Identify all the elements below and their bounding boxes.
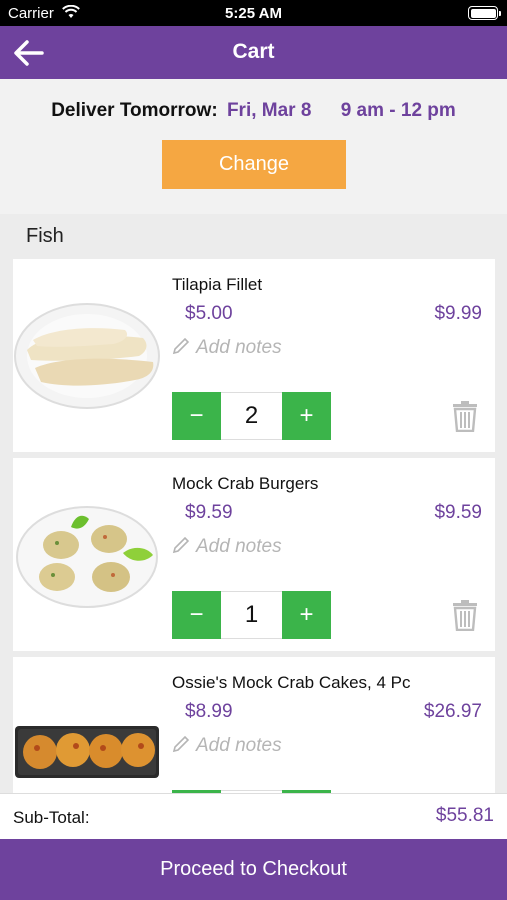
delivery-panel: Deliver Tomorrow: Fri, Mar 8 9 am - 12 p… bbox=[0, 79, 507, 214]
change-delivery-button[interactable]: Change bbox=[162, 140, 346, 189]
item-total-price: $9.99 bbox=[434, 303, 482, 324]
add-notes-placeholder: Add notes bbox=[196, 337, 282, 358]
decrease-quantity-button[interactable]: − bbox=[172, 591, 221, 639]
quantity-stepper: − 1 + bbox=[172, 591, 331, 639]
decrease-quantity-button[interactable]: − bbox=[172, 392, 221, 440]
crab-burgers-photo bbox=[16, 506, 158, 608]
cart-item: Tilapia Fillet $5.00 $9.99 Add notes − 2… bbox=[13, 259, 495, 452]
add-notes-placeholder: Add notes bbox=[196, 735, 282, 756]
battery-icon bbox=[468, 6, 501, 20]
subtotal-value: $55.81 bbox=[435, 805, 494, 826]
add-notes-field[interactable]: Add notes bbox=[172, 536, 282, 558]
page-title: Cart bbox=[232, 40, 275, 63]
delivery-time-slot: 9 am - 12 pm bbox=[340, 100, 456, 121]
quantity-value: 1 bbox=[221, 591, 282, 639]
category-header: Fish bbox=[0, 214, 507, 256]
subtotal-label: Sub-Total: bbox=[13, 808, 90, 827]
proceed-to-checkout-button[interactable]: Proceed to Checkout bbox=[0, 839, 507, 900]
delivery-label: Deliver Tomorrow: bbox=[51, 100, 218, 121]
status-time: 5:25 AM bbox=[225, 5, 282, 22]
item-unit-price: $9.59 bbox=[185, 502, 233, 523]
item-name: Ossie's Mock Crab Cakes, 4 Pc bbox=[172, 673, 411, 692]
nav-bar: Cart bbox=[0, 26, 507, 79]
item-name: Mock Crab Burgers bbox=[172, 474, 319, 493]
item-total-price: $26.97 bbox=[423, 701, 482, 722]
add-notes-field[interactable]: Add notes bbox=[172, 735, 282, 757]
increase-quantity-button[interactable]: + bbox=[282, 392, 331, 440]
increase-quantity-button[interactable]: + bbox=[282, 591, 331, 639]
pencil-icon bbox=[172, 536, 190, 554]
category-title: Fish bbox=[26, 225, 64, 247]
add-notes-placeholder: Add notes bbox=[196, 536, 282, 557]
item-unit-price: $5.00 bbox=[185, 303, 233, 324]
trash-icon[interactable] bbox=[452, 400, 478, 432]
item-name: Tilapia Fillet bbox=[172, 275, 263, 294]
subtotal-bar: Sub-Total: $55.81 bbox=[0, 793, 507, 839]
cart-item: Mock Crab Burgers $9.59 $9.59 Add notes … bbox=[13, 458, 495, 651]
item-unit-price: $8.99 bbox=[185, 701, 233, 722]
quantity-stepper: − 2 + bbox=[172, 392, 331, 440]
status-bar: Carrier 5:25 AM bbox=[0, 0, 507, 26]
add-notes-field[interactable]: Add notes bbox=[172, 337, 282, 359]
trash-icon[interactable] bbox=[452, 599, 478, 631]
item-total-price: $9.59 bbox=[434, 502, 482, 523]
pencil-icon bbox=[172, 735, 190, 753]
pencil-icon bbox=[172, 337, 190, 355]
quantity-value: 2 bbox=[221, 392, 282, 440]
delivery-row: Deliver Tomorrow: Fri, Mar 8 9 am - 12 p… bbox=[0, 100, 507, 122]
delivery-date: Fri, Mar 8 bbox=[226, 100, 312, 121]
tilapia-fillet-photo bbox=[14, 303, 160, 409]
